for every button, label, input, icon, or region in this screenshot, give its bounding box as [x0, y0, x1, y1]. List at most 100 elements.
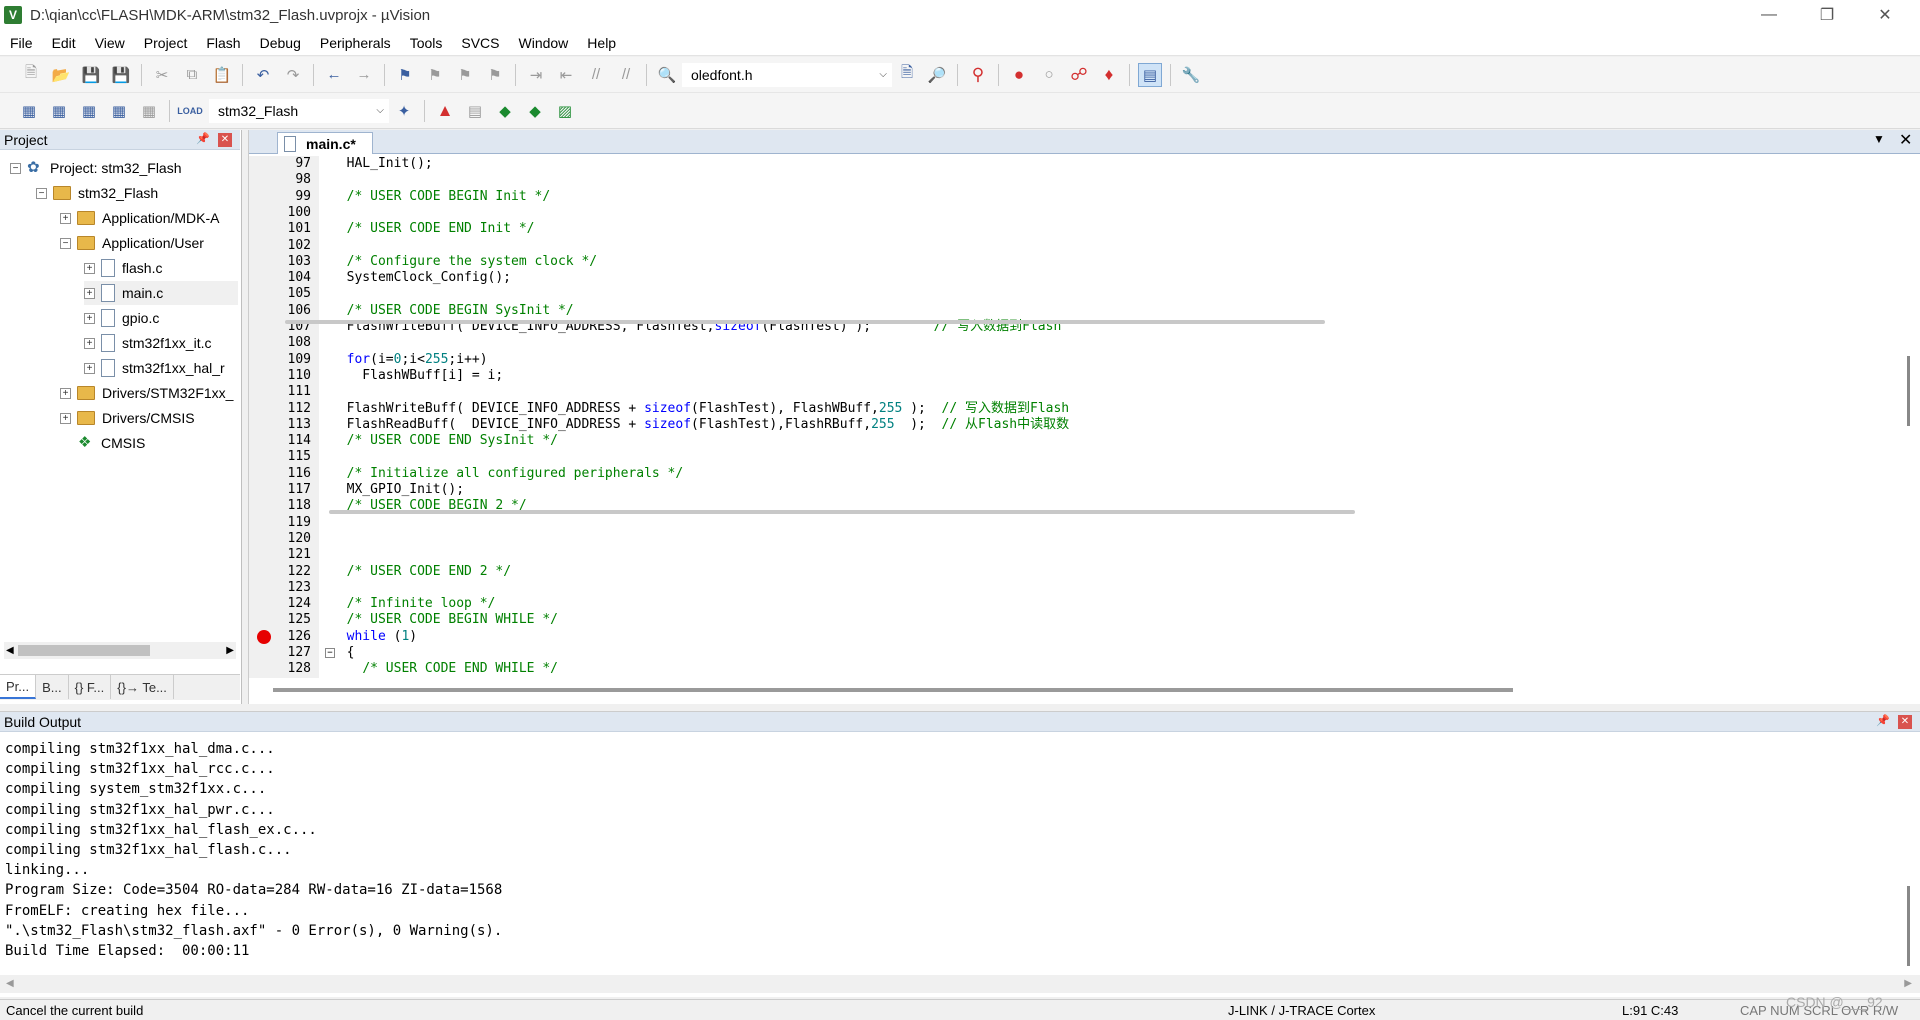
chevron-down-icon[interactable]: ▼	[1873, 132, 1885, 146]
rebuild-icon[interactable]: ▦	[77, 99, 101, 123]
tree-item-file[interactable]: + stm32f1xx_it.c	[84, 331, 211, 355]
next-bookmark-icon[interactable]: ⚑	[453, 63, 477, 87]
configure-icon[interactable]: 🔧	[1179, 63, 1203, 87]
chevron-down-icon[interactable]: ⌵	[879, 69, 887, 80]
disable-breakpoints-icon[interactable]: ☍	[1067, 63, 1091, 87]
pack-installer-icon[interactable]: ◆	[493, 99, 517, 123]
code-line[interactable]: 116 /* Initialize all configured periphe…	[249, 466, 1899, 482]
code-line[interactable]: 123	[249, 580, 1899, 596]
stop-build-icon[interactable]: ▦	[137, 99, 161, 123]
insert-breakpoint-icon[interactable]: ●	[1007, 63, 1031, 87]
enable-breakpoint-icon[interactable]: ○	[1037, 63, 1061, 87]
menu-view[interactable]: View	[85, 35, 134, 51]
tree-item-group[interactable]: + Application/MDK-A	[60, 206, 220, 230]
download-load-icon[interactable]: LOAD	[177, 99, 203, 123]
menu-svcs[interactable]: SVCS	[451, 35, 508, 51]
tree-item-file-selected[interactable]: + main.c	[84, 281, 238, 305]
nav-forward-icon[interactable]: →	[352, 63, 376, 87]
kill-breakpoints-icon[interactable]: ♦	[1097, 63, 1121, 87]
tree-item-group[interactable]: + Drivers/CMSIS	[60, 406, 195, 430]
menu-help[interactable]: Help	[577, 35, 625, 51]
code-line[interactable]: 125 /* USER CODE BEGIN WHILE */	[249, 612, 1899, 628]
code-line[interactable]: 104 SystemClock_Config();	[249, 270, 1899, 286]
clear-bookmarks-icon[interactable]: ⚑	[483, 63, 507, 87]
cut-icon[interactable]: ✂	[150, 63, 174, 87]
close-tab-icon[interactable]: ✕	[1899, 130, 1912, 150]
code-line[interactable]: 99 /* USER CODE BEGIN Init */	[249, 189, 1899, 205]
collapse-icon[interactable]: −	[60, 237, 71, 249]
project-tree-hscrollbar[interactable]: ◀ ▶	[4, 642, 236, 659]
bookmark-icon[interactable]: ⚑	[393, 63, 417, 87]
scrollbar-thumb[interactable]	[18, 645, 150, 656]
menu-flash[interactable]: Flash	[196, 35, 249, 51]
code-line[interactable]: 109 for(i=0;i<255;i++)	[249, 352, 1899, 368]
menu-file[interactable]: File	[0, 35, 42, 51]
editor-hscrollbar[interactable]	[273, 688, 1513, 692]
expand-icon[interactable]: +	[84, 312, 95, 324]
code-line[interactable]: 105	[249, 286, 1899, 302]
tab-templates[interactable]: {}→ Te...	[111, 675, 174, 699]
breakpoint-icon[interactable]	[257, 629, 271, 644]
code-line[interactable]: 111	[249, 384, 1899, 400]
tab-books[interactable]: B...	[36, 675, 69, 699]
incremental-find-icon[interactable]: 🗎	[895, 63, 919, 87]
translate-icon[interactable]: ▦	[17, 99, 41, 123]
code-line[interactable]: 117 MX_GPIO_Init();	[249, 482, 1899, 498]
tree-item-file[interactable]: + gpio.c	[84, 306, 159, 330]
tree-item-target[interactable]: − stm32_Flash	[36, 181, 158, 205]
target-options-icon[interactable]: ✦	[392, 99, 416, 123]
scroll-left-icon[interactable]: ◀	[6, 978, 14, 989]
code-line[interactable]: 97 HAL_Init();	[249, 156, 1899, 172]
code-line[interactable]: 121	[249, 547, 1899, 563]
uncomment-icon[interactable]: //	[614, 63, 638, 87]
scrollbar-thumb[interactable]	[1907, 886, 1910, 966]
manage-components-icon[interactable]: ▲	[433, 99, 457, 123]
prev-bookmark-icon[interactable]: ⚑	[423, 63, 447, 87]
code-line[interactable]: 100	[249, 205, 1899, 221]
tree-item-file[interactable]: + stm32f1xx_hal_r	[84, 356, 225, 380]
expand-icon[interactable]: +	[60, 412, 71, 424]
menu-peripherals[interactable]: Peripherals	[310, 35, 400, 51]
code-line[interactable]: 120	[249, 531, 1899, 547]
find-icon[interactable]: 🔎	[925, 63, 949, 87]
save-icon[interactable]: 💾	[79, 63, 103, 87]
comment-icon[interactable]: //	[584, 63, 608, 87]
code-area[interactable]: 97 HAL_Init(); 98 99 /* USER CODE BEGIN In…	[249, 156, 1899, 678]
code-line[interactable]: 126 while (1)	[249, 629, 1899, 645]
new-file-icon[interactable]: 🗎	[19, 63, 43, 87]
collapse-icon[interactable]: −	[10, 162, 21, 174]
close-button[interactable]: ✕	[1856, 0, 1914, 30]
code-line[interactable]: 114 /* USER CODE END SysInit */	[249, 433, 1899, 449]
chevron-down-icon[interactable]: ⌵	[376, 105, 384, 116]
collapse-icon[interactable]: −	[36, 187, 47, 199]
build-icon[interactable]: ▦	[47, 99, 71, 123]
find-in-files-icon[interactable]: 🔍	[655, 63, 679, 87]
manage-project-icon[interactable]: ▤	[463, 99, 487, 123]
code-line[interactable]: 113 FlashReadBuff( DEVICE_INFO_ADDRESS +…	[249, 417, 1899, 433]
restore-button[interactable]: ❐	[1798, 0, 1856, 30]
unindent-icon[interactable]: ⇤	[554, 63, 578, 87]
menu-project[interactable]: Project	[134, 35, 197, 51]
code-line[interactable]: 124 /* Infinite loop */	[249, 596, 1899, 612]
select-software-packs-icon[interactable]: ◆	[523, 99, 547, 123]
code-line[interactable]: 102	[249, 238, 1899, 254]
editor-vscrollbar[interactable]	[1902, 156, 1916, 678]
pin-icon[interactable]: 📌	[1876, 714, 1890, 727]
menu-debug[interactable]: Debug	[250, 35, 310, 51]
window-layout-icon[interactable]: ▤	[1138, 62, 1162, 87]
tab-project[interactable]: Pr...	[0, 675, 37, 699]
scroll-right-icon[interactable]: ▶	[226, 645, 234, 656]
code-line[interactable]: 108	[249, 335, 1899, 351]
batch-build-icon[interactable]: ▦	[107, 99, 131, 123]
open-file-icon[interactable]: 📂	[49, 63, 73, 87]
target-combo[interactable]: stm32_Flash ⌵	[209, 98, 389, 123]
tree-item-group[interactable]: − Application/User	[60, 231, 204, 255]
tree-item-group[interactable]: + Drivers/STM32F1xx_	[60, 381, 233, 405]
code-line[interactable]: 122 /* USER CODE END 2 */	[249, 564, 1899, 580]
scroll-left-icon[interactable]: ◀	[6, 645, 14, 656]
run-time-environment-icon[interactable]: ▨	[553, 99, 577, 123]
tree-item-file[interactable]: + flash.c	[84, 256, 162, 280]
copy-icon[interactable]: ⧉	[180, 63, 204, 87]
tree-item-project[interactable]: − ✿ Project: stm32_Flash	[10, 156, 182, 180]
build-hscrollbar[interactable]: ◀ ▶	[0, 975, 1920, 993]
